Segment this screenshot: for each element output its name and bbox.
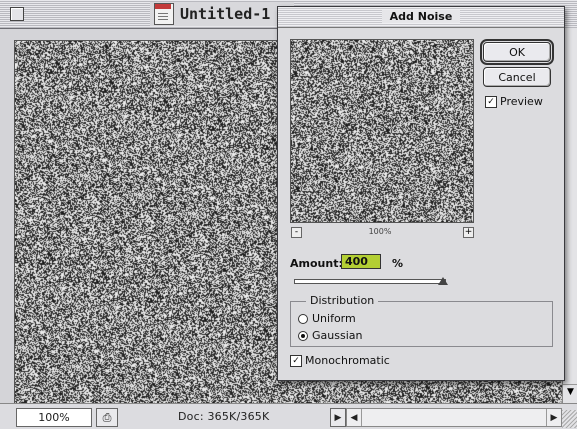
amount-unit: %	[392, 257, 404, 270]
radio-uniform[interactable]: Uniform	[298, 312, 356, 325]
dialog-title: Add Noise	[381, 10, 461, 23]
horizontal-scrollbar[interactable]: ◀ ▶	[346, 408, 562, 427]
preview-zoom-level: 100%	[368, 227, 392, 236]
document-info-icon[interactable]: ⎙	[96, 408, 118, 427]
preview-zoom-in-button[interactable]: +	[463, 227, 474, 238]
preview-check-icon[interactable]: ✓	[485, 95, 497, 108]
document-size-info: Doc: 365K/365K	[178, 410, 270, 423]
document-title-group: Untitled-1 @	[150, 2, 295, 26]
document-title: Untitled-1 @	[180, 5, 289, 23]
monochromatic-label: Monochromatic	[305, 354, 390, 367]
cancel-button[interactable]: Cancel	[483, 67, 551, 87]
distribution-label: Distribution	[306, 294, 379, 307]
amount-slider[interactable]	[294, 279, 446, 284]
scroll-left-arrow-icon[interactable]: ◀	[347, 409, 362, 426]
amount-label: Amount:	[290, 257, 343, 270]
radio-gaussian[interactable]: Gaussian	[298, 329, 362, 342]
photoshop-file-icon	[154, 3, 174, 25]
radio-gaussian-label: Gaussian	[312, 329, 363, 342]
radio-gaussian-icon[interactable]	[298, 330, 308, 341]
preview-checkbox[interactable]: ✓ Preview	[485, 95, 543, 108]
scroll-right-arrow-icon[interactable]: ▶	[546, 409, 561, 426]
dialog-titlebar[interactable]: Add Noise	[278, 7, 564, 28]
preview-zoom-out-button[interactable]: -	[291, 227, 302, 238]
amount-input[interactable]: 400	[341, 254, 381, 269]
zoom-level-field[interactable]: 100%	[16, 408, 92, 427]
monochromatic-checkbox[interactable]: ✓ Monochromatic	[290, 354, 390, 367]
amount-slider-thumb[interactable]	[438, 277, 448, 285]
preview-label: Preview	[500, 95, 543, 108]
noise-preview[interactable]	[290, 39, 474, 223]
radio-uniform-icon[interactable]	[298, 313, 308, 324]
scroll-down-arrow-icon[interactable]: ▼	[563, 384, 577, 399]
add-noise-dialog: Add Noise - 100% + OK Cancel ✓ Preview A…	[277, 6, 565, 381]
monochromatic-check-icon[interactable]: ✓	[290, 354, 302, 367]
ok-button[interactable]: OK	[480, 39, 554, 65]
status-bar: 100% ⎙ Doc: 365K/365K ▶ ◀ ▶	[0, 403, 577, 429]
resize-grip-icon[interactable]	[562, 410, 577, 428]
radio-uniform-label: Uniform	[312, 312, 356, 325]
close-box-icon[interactable]	[10, 7, 24, 21]
status-menu-arrow-icon[interactable]: ▶	[330, 408, 346, 427]
